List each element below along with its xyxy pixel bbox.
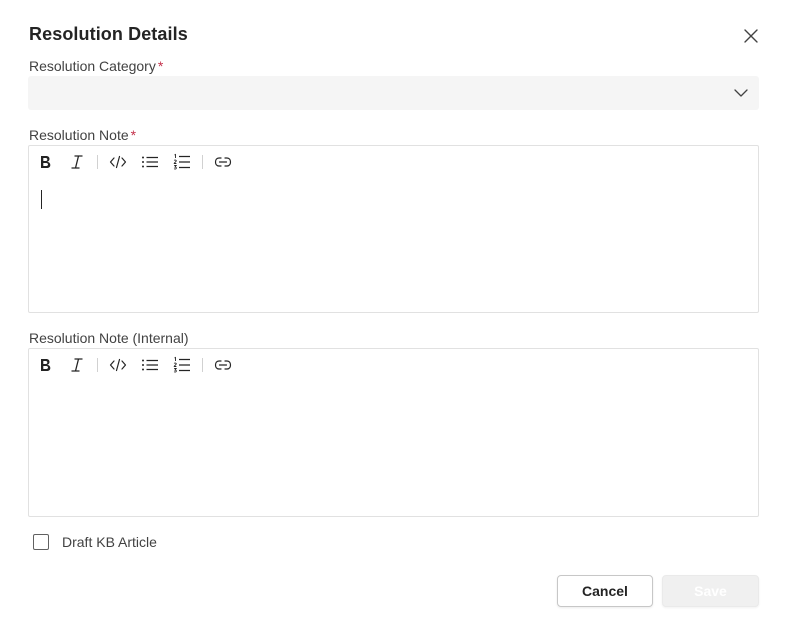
link-icon: [214, 360, 232, 370]
note-label: Resolution Note *: [29, 127, 136, 143]
toolbar-divider: [97, 358, 98, 372]
internal-note-toolbar: [29, 349, 758, 381]
resolution-category-dropdown[interactable]: [28, 76, 759, 110]
note-label-text: Resolution Note: [29, 127, 129, 143]
note-toolbar: [29, 146, 758, 178]
bulleted-list-icon: [142, 359, 158, 371]
code-button[interactable]: [107, 354, 129, 376]
bold-icon: [41, 156, 51, 168]
italic-button[interactable]: [66, 151, 88, 173]
bulleted-list-button[interactable]: [139, 354, 161, 376]
italic-icon: [71, 358, 83, 372]
resolution-note-editor: [28, 145, 759, 313]
toolbar-divider: [202, 358, 203, 372]
category-label-text: Resolution Category: [29, 58, 156, 74]
numbered-list-icon: [173, 153, 190, 170]
internal-note-editor: [28, 348, 759, 517]
draft-kb-row: Draft KB Article: [33, 532, 157, 552]
internal-note-text-area[interactable]: [29, 385, 758, 516]
cancel-button[interactable]: Cancel: [557, 575, 653, 607]
toolbar-divider: [202, 155, 203, 169]
save-button[interactable]: Save: [662, 575, 759, 607]
link-button[interactable]: [212, 151, 234, 173]
bold-button[interactable]: [34, 151, 56, 173]
code-button[interactable]: [107, 151, 129, 173]
numbered-list-button[interactable]: [171, 151, 193, 173]
note-text-area[interactable]: [29, 182, 758, 312]
required-marker: *: [130, 127, 137, 143]
bulleted-list-button[interactable]: [139, 151, 161, 173]
link-icon: [214, 157, 232, 167]
dialog-title: Resolution Details: [29, 24, 188, 44]
draft-kb-checkbox[interactable]: [33, 534, 49, 550]
toolbar-divider: [97, 155, 98, 169]
resolution-details-dialog: Resolution Details Resolution Category * …: [0, 0, 787, 634]
bold-icon: [41, 359, 51, 371]
close-button[interactable]: [738, 23, 764, 49]
numbered-list-icon: [173, 356, 190, 373]
bold-button[interactable]: [34, 354, 56, 376]
text-caret: [41, 190, 42, 209]
code-icon: [109, 155, 127, 169]
code-icon: [109, 358, 127, 372]
chevron-down-icon: [734, 89, 748, 97]
draft-kb-label: Draft KB Article: [62, 534, 157, 550]
close-icon: [744, 29, 758, 43]
italic-button[interactable]: [66, 354, 88, 376]
italic-icon: [71, 155, 83, 169]
required-marker: *: [157, 58, 164, 74]
link-button[interactable]: [212, 354, 234, 376]
internal-note-label: Resolution Note (Internal): [29, 330, 189, 346]
category-label: Resolution Category *: [29, 58, 163, 74]
numbered-list-button[interactable]: [171, 354, 193, 376]
bulleted-list-icon: [142, 156, 158, 168]
